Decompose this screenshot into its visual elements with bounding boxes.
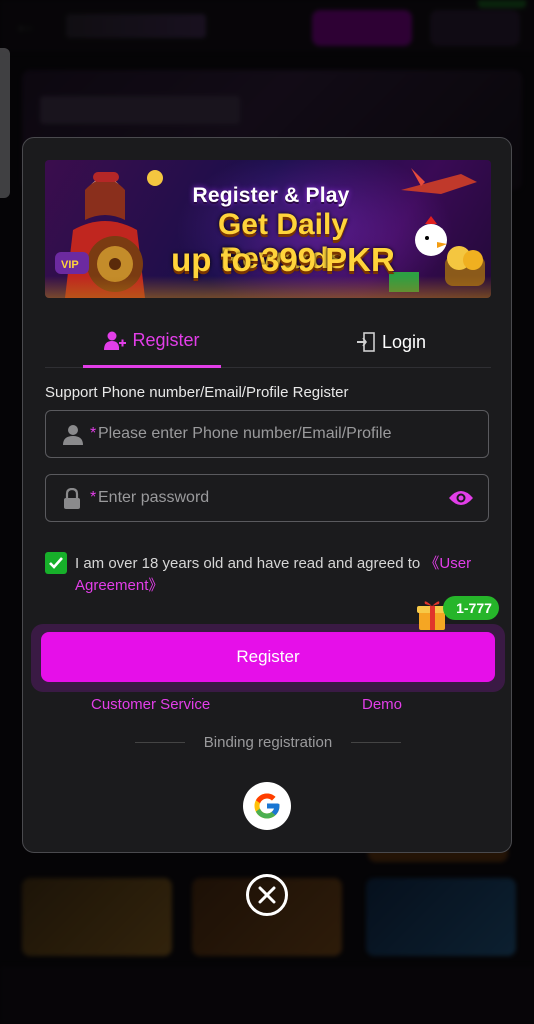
binding-divider: Binding registration — [135, 734, 401, 752]
customer-service-link[interactable]: Customer Service — [91, 696, 210, 713]
register-modal: VIP Register & Play Get Daily Rewards up… — [22, 137, 512, 853]
register-button-frame: Register — [31, 624, 505, 692]
account-field[interactable]: * — [45, 410, 489, 458]
agreement-statement: I am over 18 years old and have read and… — [75, 555, 425, 572]
user-icon — [63, 425, 83, 445]
close-icon — [258, 886, 276, 904]
agreement-text: I am over 18 years old and have read and… — [75, 553, 495, 597]
password-input[interactable] — [98, 475, 438, 521]
google-login-button[interactable] — [243, 782, 291, 830]
account-input[interactable] — [98, 411, 438, 457]
coins-strip — [45, 276, 491, 298]
banner-amount: up to 399 PKR — [171, 241, 395, 278]
banner-title: Register & Play — [192, 184, 350, 207]
checkmark-icon — [49, 557, 63, 569]
password-field[interactable]: * — [45, 474, 489, 522]
google-icon — [254, 793, 280, 819]
bonus-badge: 1-777 — [443, 596, 499, 620]
login-door-icon — [356, 332, 375, 352]
agreement-checkbox[interactable] — [45, 552, 67, 574]
add-user-icon — [104, 331, 127, 350]
eye-icon[interactable] — [448, 488, 474, 508]
tab-register[interactable]: Register — [83, 316, 221, 368]
promo-banner: VIP Register & Play Get Daily Rewards up… — [45, 160, 491, 298]
divider-line — [351, 742, 401, 743]
required-mark: * — [90, 489, 97, 506]
auth-tabs: Register Login — [45, 316, 491, 368]
lock-icon — [64, 488, 80, 509]
tab-login-label: Login — [381, 331, 427, 352]
tab-register-label: Register — [132, 330, 200, 350]
svg-text:VIP: VIP — [61, 259, 79, 271]
tab-login[interactable]: Login — [321, 316, 461, 368]
support-label: Support Phone number/Email/Profile Regis… — [45, 384, 349, 401]
demo-link[interactable]: Demo — [362, 696, 402, 713]
register-button[interactable]: Register — [41, 632, 495, 682]
close-modal-button[interactable] — [246, 874, 288, 916]
required-mark: * — [90, 425, 97, 442]
